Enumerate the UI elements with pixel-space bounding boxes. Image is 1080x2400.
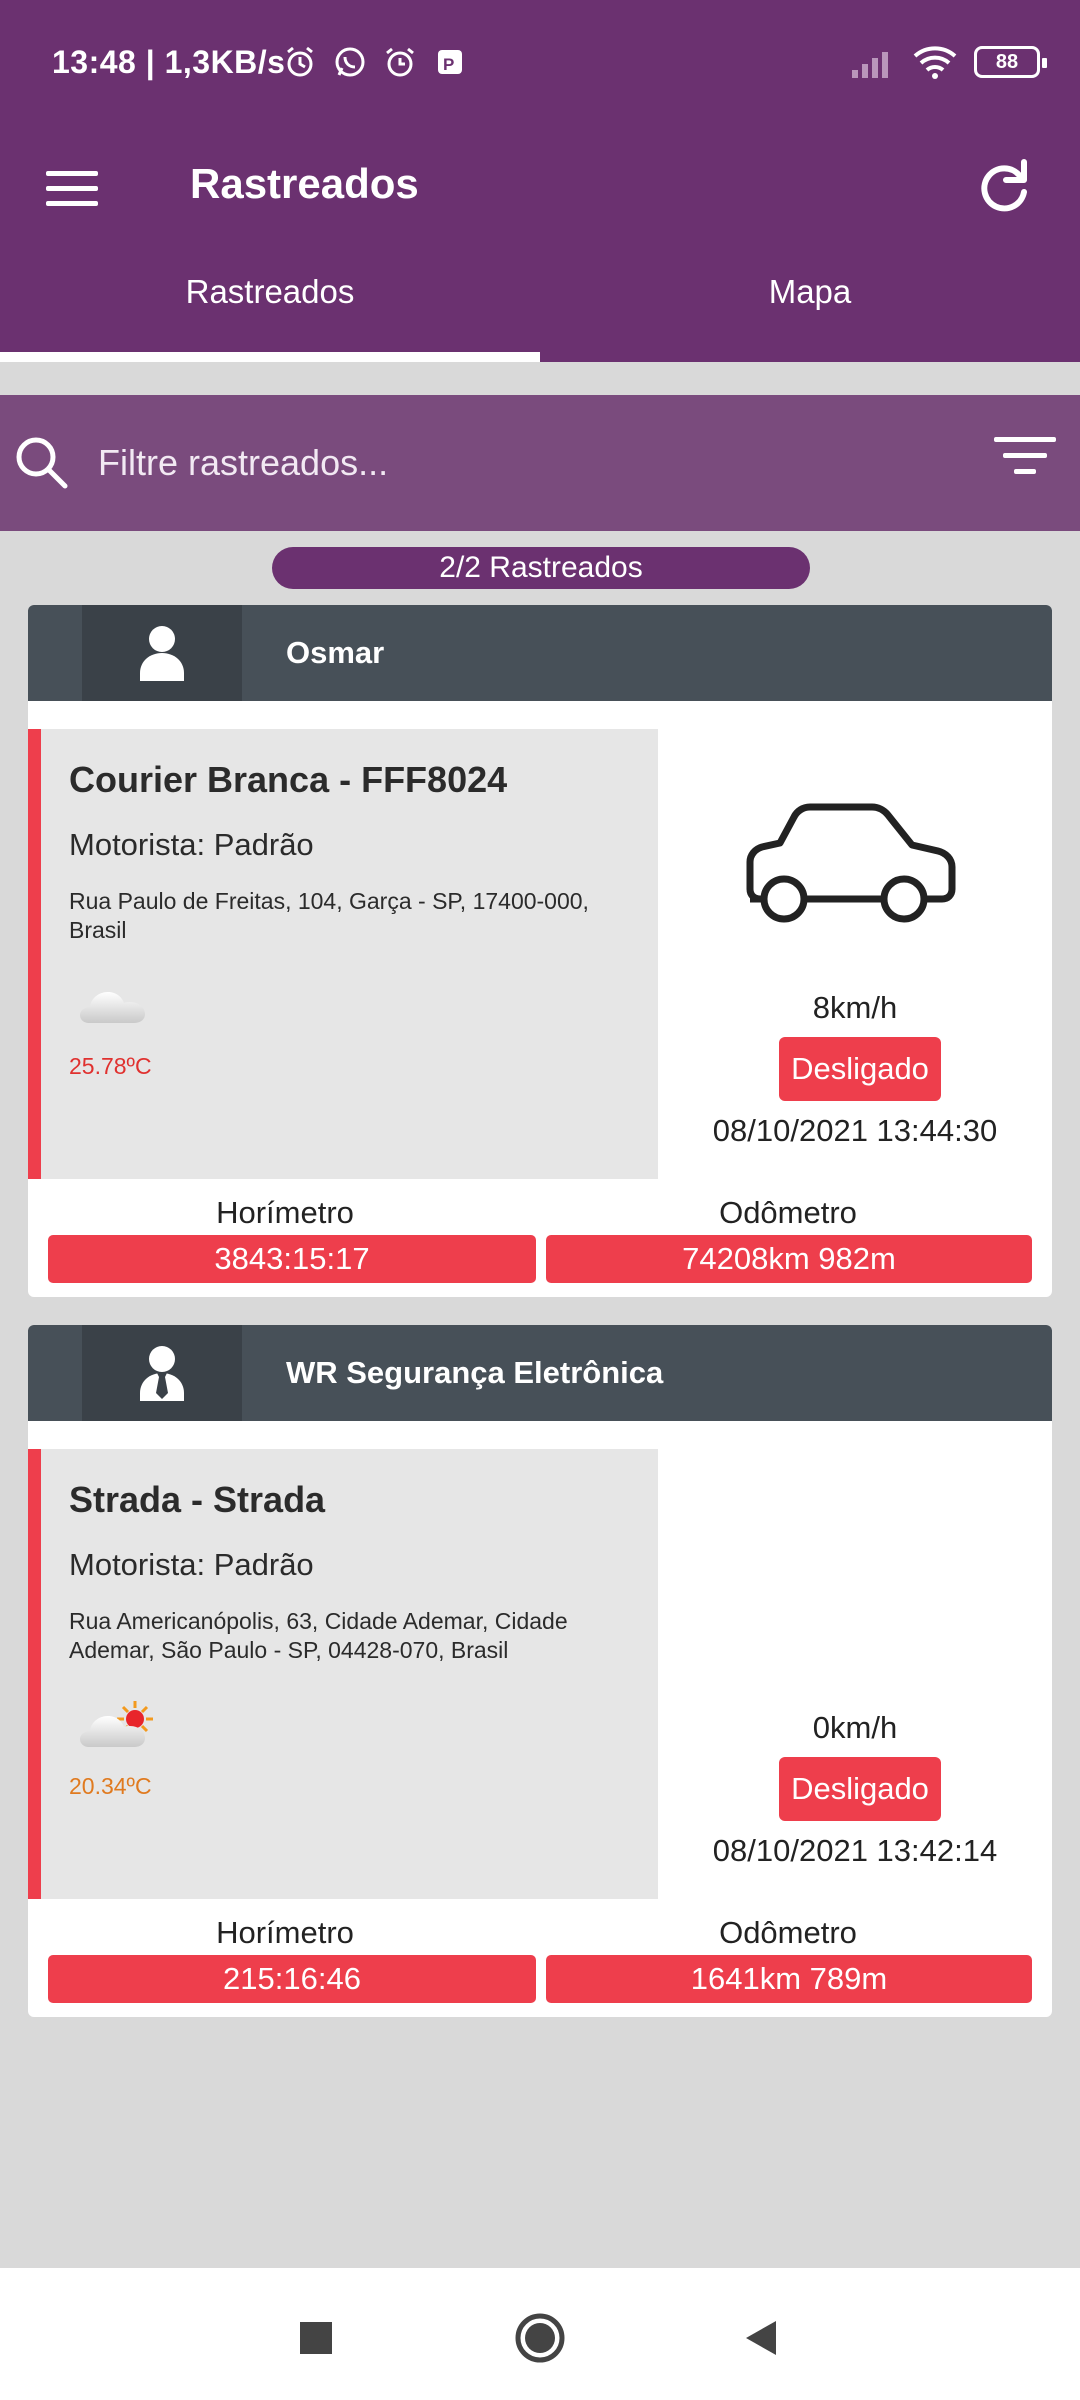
tracked-card[interactable]: WR Segurança Eletrônica Strada - Strada … bbox=[28, 1325, 1052, 2017]
search-input[interactable] bbox=[98, 429, 958, 497]
last-update-timestamp: 08/10/2021 13:42:14 bbox=[712, 1833, 998, 1868]
cloud-icon bbox=[80, 992, 145, 1023]
speed: 8km/h bbox=[812, 990, 898, 1025]
owner-name: WR Segurança Eletrônica bbox=[286, 1355, 664, 1390]
card-header: WR Segurança Eletrônica bbox=[28, 1325, 1052, 1421]
temperature: 25.78ºC bbox=[69, 1053, 152, 1079]
tab-mapa[interactable]: Mapa bbox=[540, 252, 1080, 362]
card-header: Osmar bbox=[28, 605, 1052, 701]
ignition-status-badge: Desligado bbox=[779, 1037, 941, 1101]
odometer-label: Odômetro bbox=[719, 1915, 857, 1950]
signal-icon bbox=[852, 52, 888, 78]
hourmeter-value: 215:16:46 bbox=[48, 1955, 536, 2003]
recents-square-icon[interactable] bbox=[288, 2310, 344, 2366]
hamburger-menu-icon[interactable] bbox=[46, 156, 110, 220]
person-icon bbox=[140, 626, 184, 681]
vehicle-status: 0km/h Desligado 08/10/2021 13:42:14 bbox=[658, 1421, 1052, 1921]
hourmeter-label: Horímetro bbox=[216, 1195, 354, 1230]
tracked-list: 2/2 Rastreados Osmar Courier Branca - FF… bbox=[0, 531, 1080, 2268]
status-bar: 13:48 | 1,3KB/s P 88 bbox=[0, 0, 1080, 130]
status-system-icons: 88 bbox=[850, 44, 1047, 80]
vehicle-status: 8km/h Desligado 08/10/2021 13:44:30 bbox=[658, 701, 1052, 1201]
partly-sunny-icon bbox=[80, 1701, 153, 1747]
avatar bbox=[82, 605, 242, 701]
address: Rua Americanópolis, 63, Cidade Ademar, C… bbox=[69, 1608, 568, 1663]
owner-name: Osmar bbox=[286, 635, 385, 670]
status-time: 13:48 | 1,3KB/s bbox=[52, 44, 286, 80]
odometer-value: 74208km 982m bbox=[546, 1235, 1032, 1283]
home-circle-icon[interactable] bbox=[512, 2310, 568, 2366]
tab-bar: Rastreados Mapa bbox=[0, 252, 1080, 362]
address: Rua Paulo de Freitas, 104, Garça - SP, 1… bbox=[69, 888, 589, 943]
temperature: 20.34ºC bbox=[69, 1773, 152, 1799]
hourmeter-label: Horímetro bbox=[216, 1915, 354, 1950]
tracked-card[interactable]: Osmar Courier Branca - FFF8024 Motorista… bbox=[28, 605, 1052, 1297]
alarm-icon bbox=[386, 47, 414, 77]
search-icon[interactable] bbox=[12, 433, 72, 493]
whatsapp-icon bbox=[335, 47, 365, 77]
tracked-count-badge: 2/2 Rastreados bbox=[272, 547, 810, 589]
driver-name: Motorista: Padrão bbox=[69, 1547, 314, 1582]
hourmeter-value: 3843:15:17 bbox=[48, 1235, 536, 1283]
odometer-value: 1641km 789m bbox=[546, 1955, 1032, 2003]
vehicle-info: Courier Branca - FFF8024 Motorista: Padr… bbox=[28, 729, 658, 1179]
search-bar bbox=[0, 395, 1080, 531]
vehicle-name: Strada - Strada bbox=[69, 1479, 326, 1520]
svg-text:P: P bbox=[443, 55, 454, 74]
businessman-icon bbox=[140, 1346, 184, 1401]
system-nav-bar bbox=[0, 2268, 1080, 2400]
avatar bbox=[82, 1325, 242, 1421]
battery-level: 88 bbox=[995, 50, 1019, 73]
ignition-status-badge: Desligado bbox=[779, 1757, 941, 1821]
page-title: Rastreados bbox=[190, 160, 419, 207]
car-icon bbox=[746, 803, 956, 923]
speed: 0km/h bbox=[812, 1710, 898, 1745]
vehicle-name: Courier Branca - FFF8024 bbox=[69, 759, 508, 800]
status-notification-icons: P bbox=[282, 44, 468, 80]
odometer-label: Odômetro bbox=[719, 1195, 857, 1230]
app-bar: Rastreados Rastreados Mapa bbox=[0, 130, 1080, 362]
battery-indicator: 88 bbox=[974, 46, 1047, 78]
tab-rastreados[interactable]: Rastreados bbox=[0, 252, 540, 362]
filter-icon[interactable] bbox=[992, 437, 1058, 493]
wifi-icon bbox=[913, 46, 957, 79]
vehicle-info: Strada - Strada Motorista: Padrão Rua Am… bbox=[28, 1449, 658, 1899]
alarm-clock-icon bbox=[287, 46, 313, 77]
back-triangle-icon[interactable] bbox=[734, 2310, 790, 2366]
parking-app-icon: P bbox=[438, 50, 462, 74]
refresh-icon[interactable] bbox=[972, 154, 1036, 218]
last-update-timestamp: 08/10/2021 13:44:30 bbox=[712, 1113, 998, 1148]
driver-name: Motorista: Padrão bbox=[69, 827, 314, 862]
